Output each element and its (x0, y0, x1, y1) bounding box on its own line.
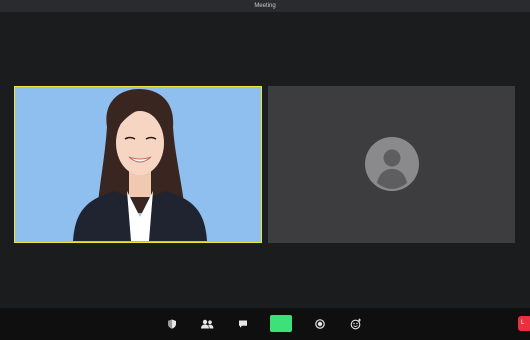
person-icon (365, 137, 419, 191)
leave-label: L (521, 320, 525, 326)
window-title: Meeting (254, 3, 276, 9)
video-toggle-button[interactable] (270, 315, 292, 332)
meeting-window: Meeting L (0, 0, 530, 340)
participant-video-image (15, 87, 260, 241)
record-icon[interactable] (312, 316, 328, 332)
reactions-icon[interactable] (348, 316, 364, 332)
security-shield-icon[interactable] (164, 316, 180, 332)
leave-button[interactable]: L (518, 316, 530, 331)
participant-video-tile[interactable] (14, 86, 262, 243)
window-titlebar: Meeting (0, 0, 530, 12)
chat-icon[interactable] (235, 316, 251, 332)
meeting-toolbar: L (0, 308, 530, 340)
participants-icon[interactable] (199, 316, 215, 332)
participant-avatar-tile[interactable] (268, 86, 515, 243)
